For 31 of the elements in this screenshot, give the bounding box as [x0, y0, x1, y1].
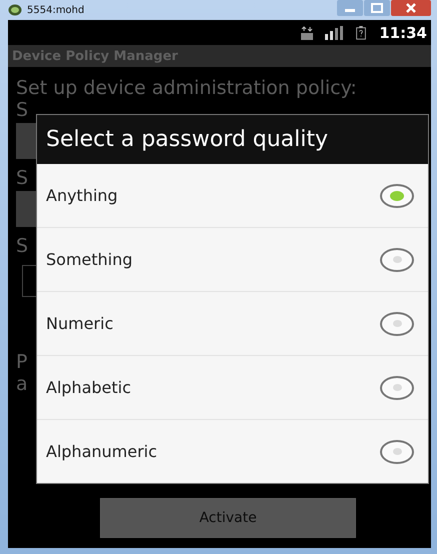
radio-button[interactable]: [380, 312, 414, 336]
radio-button[interactable]: [380, 248, 414, 272]
description-text: P: [16, 351, 28, 373]
window-title: 5554:mohd: [27, 4, 86, 16]
setting-label: S: [16, 99, 30, 121]
description-text: a: [16, 373, 29, 395]
setting-label: S: [16, 167, 30, 189]
setting-label: S: [16, 235, 30, 257]
dialog-title: Select a password quality: [45, 126, 330, 154]
option-label: Alphanumeric: [46, 442, 158, 461]
battery-icon: [355, 26, 368, 40]
option-row[interactable]: Alphabetic: [37, 355, 428, 419]
clock: 11:34: [379, 24, 427, 42]
option-row[interactable]: Numeric: [37, 291, 428, 355]
android-icon: [8, 4, 22, 16]
minimize-icon[interactable]: [337, 0, 363, 16]
option-label: Anything: [46, 186, 118, 205]
radio-button[interactable]: [380, 440, 414, 464]
option-row[interactable]: Anything: [37, 164, 428, 227]
section-heading: Set up device administration policy:: [16, 77, 358, 99]
option-label: Alphabetic: [46, 378, 132, 397]
signal-icon: [325, 26, 344, 40]
maximize-icon[interactable]: [364, 0, 390, 16]
option-row[interactable]: Alphanumeric: [37, 419, 428, 483]
option-row[interactable]: Something: [37, 227, 428, 291]
network-3g-icon: [301, 26, 314, 40]
radio-button[interactable]: [380, 376, 414, 400]
option-label: Something: [46, 250, 133, 269]
option-label: Numeric: [46, 314, 114, 333]
radio-button[interactable]: [380, 184, 414, 208]
close-icon[interactable]: [391, 0, 431, 16]
